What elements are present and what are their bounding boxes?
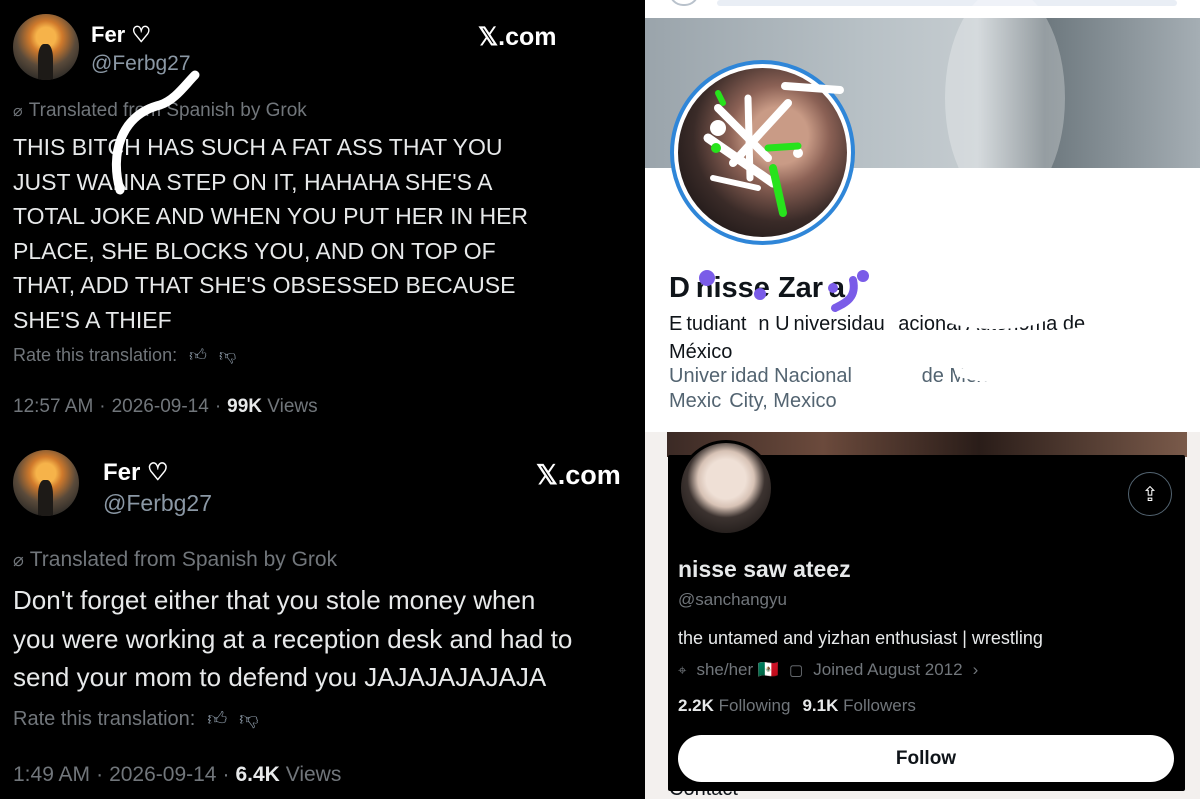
tweet-date[interactable]: 2026-09-14	[109, 763, 216, 787]
tweet-text-line: THAT, ADD THAT SHE'S OBSESSED BECAUSE	[13, 272, 516, 298]
profile-name: D nisse Zar a	[669, 272, 846, 304]
share-icon: ⇪	[1141, 483, 1159, 506]
following-stat[interactable]: 2.2K Following	[678, 696, 790, 716]
card-meta: ⌖ she/her 🇲🇽 ▢ Joined August 2012 ›	[678, 660, 978, 680]
tweet-text-line: SHE'S A THIEF	[13, 306, 172, 333]
thumbs-down-icon[interactable]: 👎︎	[239, 708, 258, 731]
avatar-scribble	[703, 90, 803, 217]
rate-label: Rate this translation:	[13, 708, 196, 730]
translated-notice: ⌀ Translated from Spanish by Grok	[13, 100, 307, 122]
tweet-text-line: send your mom to defend you JAJAJAJAJAJA	[13, 662, 547, 692]
tweet-time[interactable]: 12:57 AM	[13, 396, 93, 418]
translate-icon: ⌀	[13, 102, 23, 120]
tweet-text: THIS BITCH HAS SUCH A FAT ASS THAT YOU J…	[13, 130, 573, 337]
author-handle[interactable]: @Ferbg27	[91, 52, 191, 76]
profile-avatar-image	[678, 68, 847, 237]
banner-decoration	[945, 0, 1065, 208]
thumbs-up-icon[interactable]: 👍︎	[207, 708, 227, 731]
profile-bio-line: E tudiant n U niversidau acional Autónom…	[669, 313, 1086, 335]
x-logo: 𝕏.com	[478, 23, 557, 51]
card-avatar[interactable]	[678, 440, 774, 536]
profile-bio-line: México	[669, 341, 733, 363]
author-handle[interactable]: @Ferbg27	[103, 490, 212, 517]
card-joined: Joined August 2012	[813, 660, 963, 679]
views-count: 99K	[227, 396, 262, 417]
tweet-text-line: PLACE, SHE BLOCKS YOU, AND ON TOP OF	[13, 237, 496, 264]
separator: ·	[96, 763, 104, 786]
card-stats: 2.2K Following 9.1K Followers	[678, 696, 916, 716]
followers-label: Followers	[843, 696, 916, 715]
rate-translation: Rate this translation: 👍︎ 👎︎	[13, 345, 236, 366]
tweet-date[interactable]: 2026-09-14	[112, 396, 209, 418]
x-logo: 𝕏.com	[536, 460, 621, 490]
location-pin-icon: ⌖	[678, 661, 687, 679]
author-name[interactable]: Fer ♡	[91, 22, 151, 48]
translated-notice: ⌀ Translated from Spanish by Grok	[13, 548, 337, 572]
avatar[interactable]	[13, 14, 79, 80]
translated-label: Translated from Spanish by Grok	[28, 100, 307, 121]
profile-bio: E tudiant n U niversidau acional Autónom…	[669, 310, 1189, 366]
views: 99K Views	[227, 396, 317, 418]
rate-translation: Rate this translation: 👍︎ 👎︎	[13, 708, 258, 731]
tweet-text-line: JUST WANNA STEP ON IT, HAHAHA SHE'S A	[13, 168, 493, 195]
avatar[interactable]	[13, 450, 79, 516]
rate-label: Rate this translation:	[13, 345, 178, 365]
thumbs-up-icon[interactable]: 👍︎	[189, 345, 207, 366]
follow-button[interactable]: Follow	[678, 735, 1174, 782]
profile-card: ⇪ nisse saw ateez @sanchangyu the untame…	[668, 440, 1185, 791]
tweet-2: Fer ♡ @Ferbg27 𝕏.com ⌀ Translated from S…	[0, 440, 645, 799]
card-handle[interactable]: @sanchangyu	[678, 590, 787, 610]
card-bio: the untamed and yizhan enthusiast | wres…	[678, 628, 1043, 648]
profile-location: Mexic City, Mexico	[669, 390, 837, 412]
following-label: Following	[718, 696, 791, 715]
tweet-meta: 12:57 AM · 2026-09-14 · 99K Views	[13, 396, 318, 418]
separator: ·	[214, 396, 222, 417]
top-strip	[645, 0, 1200, 18]
tweet-text: Don't forget either that you stole money…	[13, 581, 643, 697]
translated-label: Translated from Spanish by Grok	[29, 548, 338, 571]
tweet-text-line: TOTAL JOKE AND WHEN YOU PUT HER IN HER	[13, 203, 529, 229]
tweet-time[interactable]: 1:49 AM	[13, 763, 90, 787]
followers-count: 9.1K	[802, 696, 839, 715]
separator: ·	[99, 396, 106, 417]
followers-stat[interactable]: 9.1K Followers	[802, 696, 915, 716]
views-label: Views	[285, 763, 342, 786]
tweet-text-line: Don't forget either that you stole money…	[13, 585, 536, 615]
card-pronouns: she/her 🇲🇽	[696, 660, 780, 679]
author-name[interactable]: Fer ♡	[103, 458, 169, 487]
tweet-text-line: THIS BITCH HAS SUCH A FAT ASS THAT YOU	[13, 134, 503, 160]
share-button[interactable]: ⇪	[1128, 472, 1172, 516]
profile-avatar[interactable]	[670, 60, 855, 245]
chevron-right-icon[interactable]: ›	[973, 660, 979, 680]
views: 6.4K Views	[235, 763, 341, 787]
thumbs-down-icon[interactable]: 👎︎	[219, 345, 236, 366]
translate-icon: ⌀	[13, 549, 24, 570]
separator: ·	[222, 763, 230, 786]
profile-school: Univer idad Nacional de México	[669, 365, 1013, 387]
card-display-name[interactable]: nisse saw ateez	[678, 556, 851, 583]
following-count: 2.2K	[678, 696, 714, 715]
calendar-icon: ▢	[789, 662, 804, 679]
tweet-text-line: you were working at a reception desk and…	[13, 623, 573, 654]
address-bar[interactable]	[717, 0, 1177, 6]
views-count: 6.4K	[235, 763, 280, 786]
tweet-1: Fer ♡ @Ferbg27 𝕏.com ⌀ Translated from S…	[0, 0, 645, 430]
tweet-meta: 1:49 AM · 2026-09-14 · 6.4K Views	[13, 763, 341, 787]
views-label: Views	[267, 396, 318, 417]
tab-icon	[669, 0, 699, 6]
tweets-panel: Fer ♡ @Ferbg27 𝕏.com ⌀ Translated from S…	[0, 0, 645, 799]
